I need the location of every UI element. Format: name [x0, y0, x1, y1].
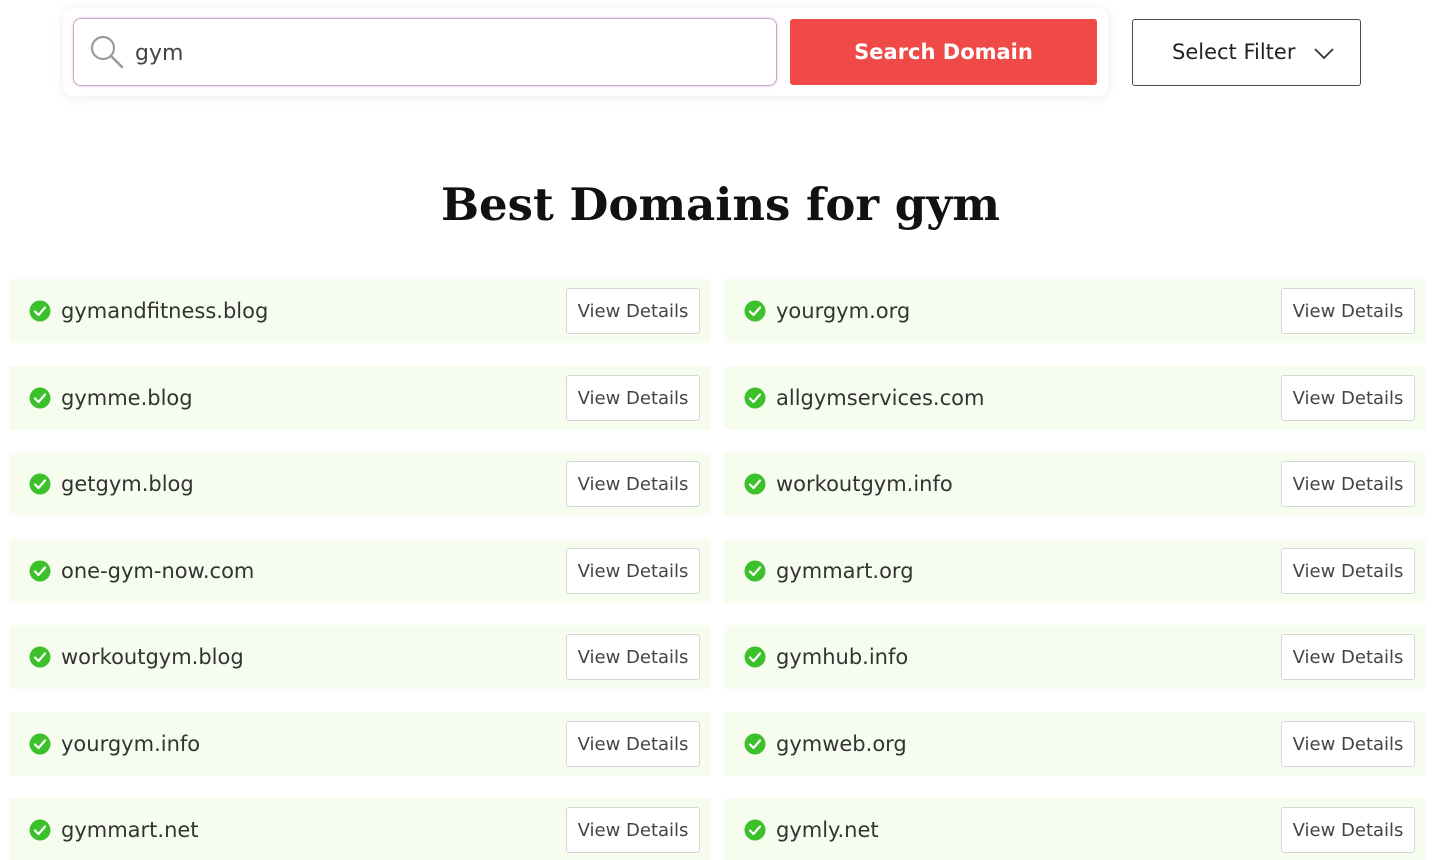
domain-result-card: yourgym.info View Details — [9, 712, 711, 776]
select-filter-dropdown[interactable]: Select Filter — [1132, 19, 1361, 86]
view-details-button[interactable]: View Details — [1281, 461, 1415, 507]
domain-result-card: gymandfitness.blog View Details — [9, 279, 711, 343]
search-bar: Search Domain — [63, 8, 1108, 96]
view-details-button[interactable]: View Details — [1281, 548, 1415, 594]
domain-name: gymhub.info — [776, 645, 909, 669]
domain-name: gymme.blog — [61, 386, 193, 410]
domain-name: allgymservices.com — [776, 386, 985, 410]
view-details-button[interactable]: View Details — [1281, 634, 1415, 680]
view-details-button[interactable]: View Details — [566, 288, 700, 334]
domain-result-card: gymhub.info View Details — [724, 625, 1426, 689]
domain-result-card: gymme.blog View Details — [9, 366, 711, 430]
check-circle-icon — [744, 819, 766, 841]
check-circle-icon — [744, 473, 766, 495]
check-circle-icon — [29, 819, 51, 841]
search-input[interactable] — [135, 33, 755, 73]
view-details-button[interactable]: View Details — [1281, 375, 1415, 421]
check-circle-icon — [29, 387, 51, 409]
view-details-button[interactable]: View Details — [1281, 721, 1415, 767]
check-circle-icon — [29, 560, 51, 582]
domain-name: gymmart.net — [61, 818, 199, 842]
domain-result-card: workoutgym.info View Details — [724, 452, 1426, 516]
domain-result-card: gymly.net View Details — [724, 798, 1426, 860]
domain-result-card: workoutgym.blog View Details — [9, 625, 711, 689]
domain-result-card: gymmart.org View Details — [724, 539, 1426, 603]
view-details-button[interactable]: View Details — [566, 548, 700, 594]
view-details-button[interactable]: View Details — [1281, 807, 1415, 853]
check-circle-icon — [744, 733, 766, 755]
domain-name: one-gym-now.com — [61, 559, 255, 583]
domain-result-card: gymweb.org View Details — [724, 712, 1426, 776]
domain-name: workoutgym.info — [776, 472, 953, 496]
domain-result-card: yourgym.org View Details — [724, 279, 1426, 343]
domain-result-card: getgym.blog View Details — [9, 452, 711, 516]
check-circle-icon — [29, 300, 51, 322]
view-details-button[interactable]: View Details — [566, 807, 700, 853]
check-circle-icon — [744, 300, 766, 322]
domain-name: yourgym.info — [61, 732, 201, 756]
domain-name: gymmart.org — [776, 559, 914, 583]
page-title-keyword: gym — [894, 178, 1001, 231]
domain-result-card: allgymservices.com View Details — [724, 366, 1426, 430]
domain-name: yourgym.org — [776, 299, 911, 323]
domain-name: workoutgym.blog — [61, 645, 244, 669]
domain-name: gymandfitness.blog — [61, 299, 269, 323]
domain-name: gymweb.org — [776, 732, 907, 756]
check-circle-icon — [744, 646, 766, 668]
domain-result-card: gymmart.net View Details — [9, 798, 711, 860]
check-circle-icon — [744, 560, 766, 582]
view-details-button[interactable]: View Details — [1281, 288, 1415, 334]
search-domain-button[interactable]: Search Domain — [790, 19, 1097, 85]
search-field[interactable] — [73, 18, 777, 86]
view-details-button[interactable]: View Details — [566, 721, 700, 767]
check-circle-icon — [744, 387, 766, 409]
view-details-button[interactable]: View Details — [566, 634, 700, 680]
domain-name: getgym.blog — [61, 472, 194, 496]
page-title: Best Domains for gym — [0, 178, 1441, 231]
select-filter-label: Select Filter — [1172, 40, 1296, 64]
page: Search Domain Select Filter Best Domains… — [0, 0, 1441, 860]
view-details-button[interactable]: View Details — [566, 461, 700, 507]
search-icon — [90, 35, 124, 69]
check-circle-icon — [29, 473, 51, 495]
check-circle-icon — [29, 733, 51, 755]
page-title-prefix: Best Domains for — [440, 178, 895, 231]
domain-result-card: one-gym-now.com View Details — [9, 539, 711, 603]
check-circle-icon — [29, 646, 51, 668]
chevron-down-icon — [1314, 48, 1334, 60]
domain-name: gymly.net — [776, 818, 879, 842]
view-details-button[interactable]: View Details — [566, 375, 700, 421]
